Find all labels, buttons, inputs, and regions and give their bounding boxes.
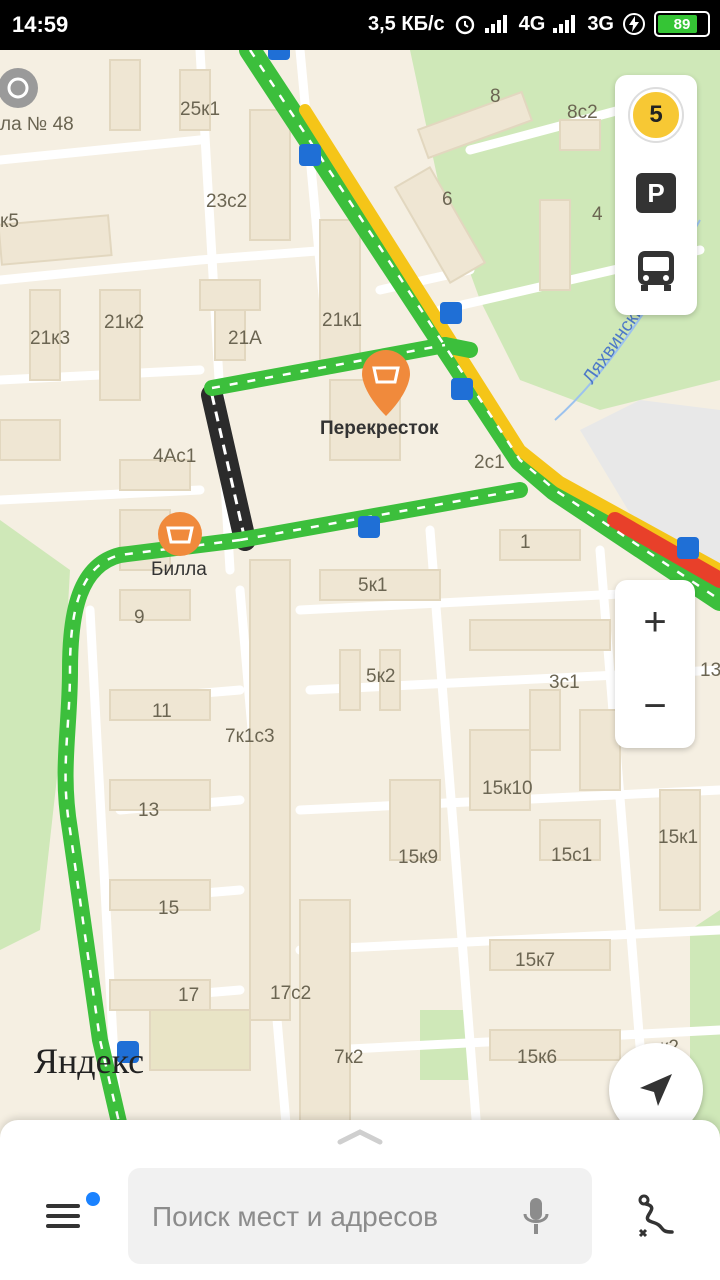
bus-icon <box>638 251 674 291</box>
bldg-label: 7к1с3 <box>225 726 275 747</box>
bldg-label: 17 <box>178 985 199 1006</box>
bldg-label: 8 <box>490 86 501 107</box>
status-indicators: 3,5 КБ/с 4G 3G 89 <box>368 11 710 37</box>
bldg-label: 15к9 <box>398 847 438 868</box>
bldg-label: 11 <box>152 701 172 722</box>
bldg-label: 25к1 <box>180 99 220 120</box>
bldg-label: 1 <box>520 532 531 553</box>
bldg-label: 5к1 <box>358 575 387 596</box>
zoom-out-button[interactable]: − <box>615 664 695 748</box>
bldg-label: 5к2 <box>366 666 395 687</box>
route-icon[interactable] <box>632 1192 680 1240</box>
bldg-label: 23с2 <box>206 191 247 212</box>
bldg-label: 3с1 <box>549 672 580 693</box>
map-canvas[interactable]: 25к1 8 8с2 23с2 6 4 к5 21к3 21к2 21А 21к… <box>0 50 720 1170</box>
poi-label: Билла <box>151 559 207 580</box>
minus-icon: − <box>643 684 667 728</box>
signal-icon <box>484 15 511 33</box>
transport-button[interactable] <box>615 243 697 299</box>
bldg-label: 21к1 <box>322 310 362 331</box>
bldg-label: 21А <box>228 328 262 349</box>
menu-button[interactable] <box>42 1196 86 1236</box>
map-view[interactable]: 25к1 8 8с2 23с2 6 4 к5 21к3 21к2 21А 21к… <box>0 50 720 1170</box>
zoom-in-button[interactable]: + <box>615 580 695 664</box>
search-input[interactable]: Поиск мест и адресов <box>128 1168 592 1264</box>
parking-icon: P <box>636 173 676 213</box>
plus-icon: + <box>643 600 667 644</box>
poi-label: Перекресток <box>320 418 439 439</box>
stop-label: ла № 48 <box>0 114 74 135</box>
bldg-label: 2с1 <box>474 452 505 473</box>
alarm-icon <box>455 15 474 35</box>
signal-icon-2 <box>553 15 579 33</box>
bldg-label: 6 <box>442 189 453 210</box>
microphone-icon[interactable] <box>522 1194 550 1238</box>
bldg-label: к5 <box>0 211 19 232</box>
yandex-logo: Яндекс <box>34 1041 144 1081</box>
battery-icon: 89 <box>654 11 710 37</box>
search-placeholder: Поиск мест и адресов <box>152 1201 439 1232</box>
zoom-panel: + − <box>615 580 695 748</box>
network-type-1: 4G <box>518 12 546 35</box>
map-layers-panel: 5 P <box>615 75 697 315</box>
bldg-label: 15к7 <box>515 950 555 971</box>
traffic-score-badge: 5 <box>630 89 682 141</box>
charging-icon <box>623 13 645 35</box>
bldg-label: 15к10 <box>482 778 533 799</box>
bldg-label: 7к2 <box>334 1047 363 1068</box>
bldg-label: 15 <box>158 898 179 919</box>
bldg-label: 21к3 <box>30 328 70 349</box>
bottom-sheet[interactable]: Поиск мест и адресов <box>0 1120 720 1280</box>
bldg-label: 4 <box>592 204 603 225</box>
layers-icon[interactable] <box>0 68 38 108</box>
parking-button[interactable]: P <box>615 165 697 221</box>
bldg-label: 13 <box>138 800 159 821</box>
bldg-label: 13 <box>700 660 720 681</box>
traffic-button[interactable]: 5 <box>615 87 697 143</box>
bldg-label: 4Ас1 <box>153 446 196 467</box>
navigation-arrow-icon <box>640 1074 672 1106</box>
bldg-label: 8с2 <box>567 102 598 123</box>
bldg-label: 17с2 <box>270 983 311 1004</box>
battery-percent: 89 <box>673 15 691 33</box>
status-bar: 14:59 3,5 КБ/с 4G 3G 89 <box>0 0 720 50</box>
bldg-label: 15с1 <box>551 845 592 866</box>
bldg-label: 9 <box>134 607 145 628</box>
sheet-handle-icon[interactable] <box>336 1128 384 1146</box>
bldg-label: 21к2 <box>104 312 144 333</box>
bldg-label: 15к6 <box>517 1047 557 1068</box>
network-type-2: 3G <box>587 12 614 35</box>
notification-dot <box>86 1192 100 1206</box>
network-speed: 3,5 КБ/с <box>368 12 445 35</box>
status-time: 14:59 <box>12 12 69 37</box>
bldg-label: 15к1 <box>658 827 698 848</box>
